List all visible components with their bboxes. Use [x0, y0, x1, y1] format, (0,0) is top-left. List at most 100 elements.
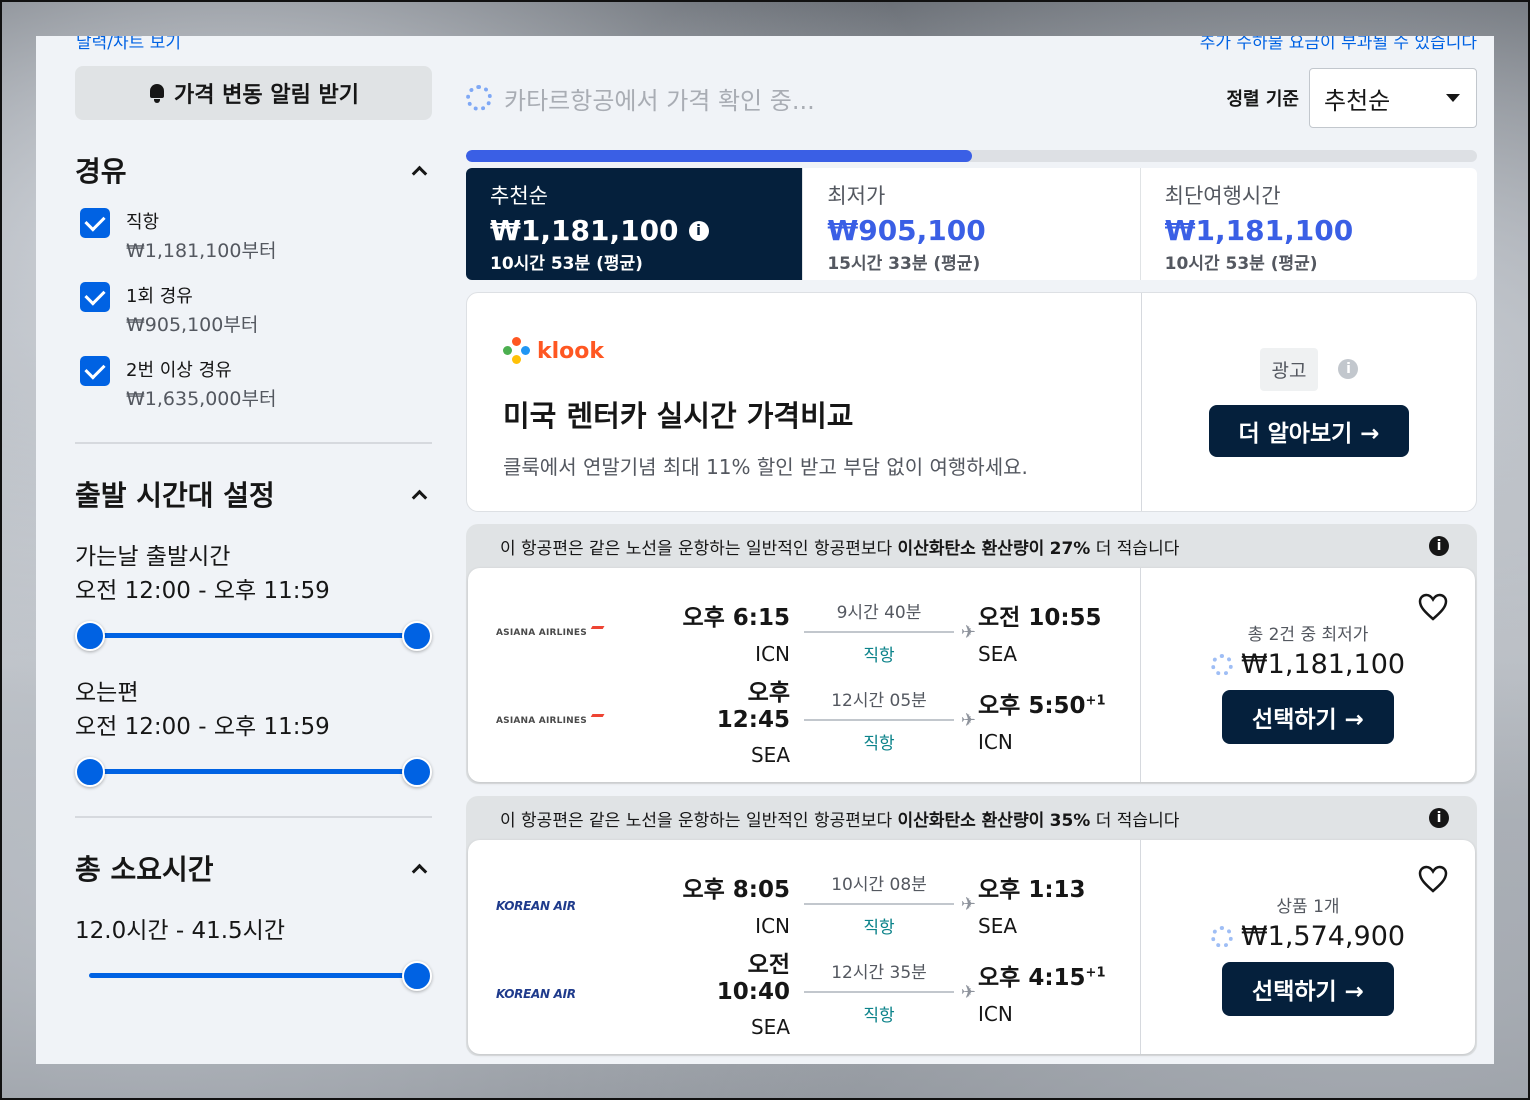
- plane-icon: ✈: [960, 622, 976, 643]
- departure-time: 오전 10:40: [716, 952, 790, 1005]
- korean-air-logo: KOREAN AIR: [496, 986, 576, 1001]
- departure-section-header[interactable]: 출발 시간대 설정: [75, 474, 432, 514]
- info-icon[interactable]: i: [688, 220, 709, 241]
- tab-price: ₩1,181,100: [1164, 214, 1354, 247]
- price-alert-label: 가격 변동 알림 받기: [174, 83, 359, 108]
- korean-air-logo: KOREAN AIR: [496, 898, 576, 913]
- select-label: 선택하기 →: [1252, 707, 1364, 733]
- stops-title: 경유: [75, 155, 127, 188]
- info-icon[interactable]: i: [1338, 359, 1359, 379]
- slider-track: [89, 769, 418, 774]
- sort-tabs: 추천순 ₩1,181,100 i 10시간 53분 (평균) 최저가 ₩905,1…: [466, 168, 1477, 280]
- progress-fill: [466, 150, 972, 162]
- checkbox-direct[interactable]: [80, 208, 110, 238]
- option-price: ₩1,181,100부터: [126, 240, 277, 262]
- loading-text: 카타르항공에서 가격 확인 중...: [504, 86, 815, 115]
- duration-section-header[interactable]: 총 소요시간: [75, 848, 432, 888]
- sort-control: 정렬 기준 추천순: [1226, 68, 1477, 128]
- departure-airport: ICN: [755, 914, 790, 938]
- toolbar: 카타르항공에서 가격 확인 중... 정렬 기준 추천순: [466, 66, 1477, 130]
- tab-label: 최저가: [827, 184, 886, 208]
- calendar-chart-link[interactable]: 달력/차트 보기: [76, 36, 181, 53]
- slider-track: [89, 633, 418, 638]
- eco-banner: 이 항공편은 같은 노선을 운항하는 일반적인 항공편보다 이산화탄소 환산량이…: [466, 796, 1477, 840]
- tab-cheapest[interactable]: 최저가 ₩905,100 15시간 33분 (평균): [803, 168, 1141, 280]
- departure-time: 오후 6:15: [682, 605, 790, 631]
- sort-label: 정렬 기준: [1226, 89, 1299, 110]
- slider-track: [89, 973, 418, 978]
- slider-min-handle[interactable]: [75, 757, 105, 787]
- option-price: ₩1,635,000부터: [126, 388, 277, 410]
- return-time-slider[interactable]: [75, 756, 432, 787]
- arrival-airport: ICN: [978, 1002, 1013, 1026]
- eco-text: 이 항공편은 같은 노선을 운항하는 일반적인 항공편보다 이산화탄소 환산량이…: [500, 538, 1180, 559]
- ad-card[interactable]: klook 미국 렌터카 실시간 가격비교 클룩에서 연말기념 최대 11% 할…: [466, 292, 1477, 512]
- flight-leg-return: ASIANA AIRLINES 오후 12:45 SEA 12시간 05분 ✈ 직항 …: [468, 676, 1140, 767]
- heart-icon[interactable]: [1417, 864, 1449, 894]
- outbound-label: 가는날 출발시간: [75, 544, 231, 570]
- tab-fastest[interactable]: 최단여행시간 ₩1,181,100 10시간 53분 (평균): [1141, 168, 1477, 280]
- ad-title: 미국 렌터카 실시간 가격비교: [503, 399, 854, 433]
- slider-max-handle[interactable]: [402, 757, 432, 787]
- flight-duration: 10시간 08분: [831, 875, 927, 895]
- eco-banner: 이 항공편은 같은 노선을 운항하는 일반적인 항공편보다 이산화탄소 환산량이…: [466, 524, 1477, 568]
- tab-best[interactable]: 추천순 ₩1,181,100 i 10시간 53분 (평균): [466, 168, 804, 280]
- baggage-fee-note[interactable]: 추가 수하물 요금이 부과될 수 있습니다: [1200, 36, 1477, 53]
- slider-max-handle[interactable]: [402, 961, 432, 991]
- plane-icon: ✈: [960, 710, 976, 731]
- departure-time: 오후 12:45: [716, 680, 790, 733]
- heart-icon[interactable]: [1417, 592, 1449, 622]
- select-button[interactable]: 선택하기 →: [1222, 690, 1394, 744]
- departure-title: 출발 시간대 설정: [75, 479, 275, 512]
- departure-airport: ICN: [755, 642, 790, 666]
- flight-card[interactable]: KOREAN AIR 오후 8:05 ICN 10시간 08분 ✈ 직항 오후 1:1…: [468, 840, 1475, 1054]
- checkbox-two-plus[interactable]: [80, 356, 110, 386]
- stops-option-direct[interactable]: 직항 ₩1,181,100부터: [75, 208, 432, 264]
- learn-more-button[interactable]: 더 알아보기 →: [1209, 404, 1409, 457]
- slider-max-handle[interactable]: [402, 621, 432, 651]
- learn-more-label: 더 알아보기 →: [1238, 420, 1380, 447]
- slider-min-handle[interactable]: [75, 621, 105, 651]
- stops-section-header[interactable]: 경유: [75, 150, 432, 190]
- day-offset: +1: [1085, 965, 1106, 981]
- checkbox-one-stop[interactable]: [80, 282, 110, 312]
- arrival-airport: SEA: [978, 642, 1018, 666]
- klook-brand: klook: [537, 338, 605, 364]
- caret-down-icon: [1446, 94, 1460, 102]
- sort-value: 추천순: [1324, 86, 1391, 115]
- flight-leg-outbound: KOREAN AIR 오후 8:05 ICN 10시간 08분 ✈ 직항 오후 1:1…: [468, 860, 1140, 948]
- option-price: ₩905,100부터: [126, 314, 259, 336]
- price-alert-button[interactable]: 가격 변동 알림 받기: [75, 66, 432, 120]
- flight-duration: 12시간 35분: [831, 963, 927, 983]
- ad-badge: 광고: [1259, 347, 1319, 391]
- info-icon[interactable]: i: [1429, 808, 1449, 828]
- search-results-panel: 달력/차트 보기 추가 수하물 요금이 부과될 수 있습니다 가격 변동 알림 …: [36, 36, 1494, 1064]
- departure-airport: SEA: [750, 743, 790, 767]
- chevron-up-icon[interactable]: [412, 163, 426, 177]
- flight-result: 이 항공편은 같은 노선을 운항하는 일반적인 항공편보다 이산화탄소 환산량이…: [466, 796, 1477, 1056]
- stops-option-two-plus[interactable]: 2번 이상 경유 ₩1,635,000부터: [75, 356, 432, 412]
- chevron-up-icon[interactable]: [412, 861, 426, 875]
- stops-option-one-stop[interactable]: 1회 경유 ₩905,100부터: [75, 282, 432, 338]
- chevron-up-icon[interactable]: [412, 487, 426, 501]
- select-button[interactable]: 선택하기 →: [1222, 962, 1394, 1016]
- sort-select[interactable]: 추천순: [1309, 68, 1477, 128]
- divider: [75, 816, 432, 818]
- tab-label: 추천순: [490, 184, 548, 208]
- flight-card[interactable]: ASIANA AIRLINES 오후 6:15 ICN 9시간 40분 ✈ 직항 오전…: [468, 568, 1475, 782]
- plane-icon: ✈: [960, 982, 976, 1003]
- flight-leg-return: KOREAN AIR 오전 10:40 SEA 12시간 35분 ✈ 직항 오후 4:…: [468, 948, 1140, 1039]
- results-main: 카타르항공에서 가격 확인 중... 정렬 기준 추천순 추천순 ₩1,181,…: [466, 66, 1477, 1056]
- info-icon[interactable]: i: [1429, 536, 1449, 556]
- departure-time: 오후 8:05: [682, 877, 790, 903]
- duration-title: 총 소요시간: [75, 853, 214, 886]
- option-label: 2번 이상 경유: [126, 360, 232, 381]
- tab-price: ₩905,100: [827, 214, 986, 247]
- klook-logo-icon: [503, 337, 531, 365]
- outbound-time-slider[interactable]: [75, 620, 432, 651]
- spinner-icon: [466, 85, 492, 111]
- duration-slider[interactable]: [75, 960, 432, 991]
- arrival-airport: SEA: [978, 914, 1018, 938]
- arrival-time: 오후 1:13: [978, 877, 1086, 903]
- arrival-time: 오전 10:55: [978, 605, 1102, 631]
